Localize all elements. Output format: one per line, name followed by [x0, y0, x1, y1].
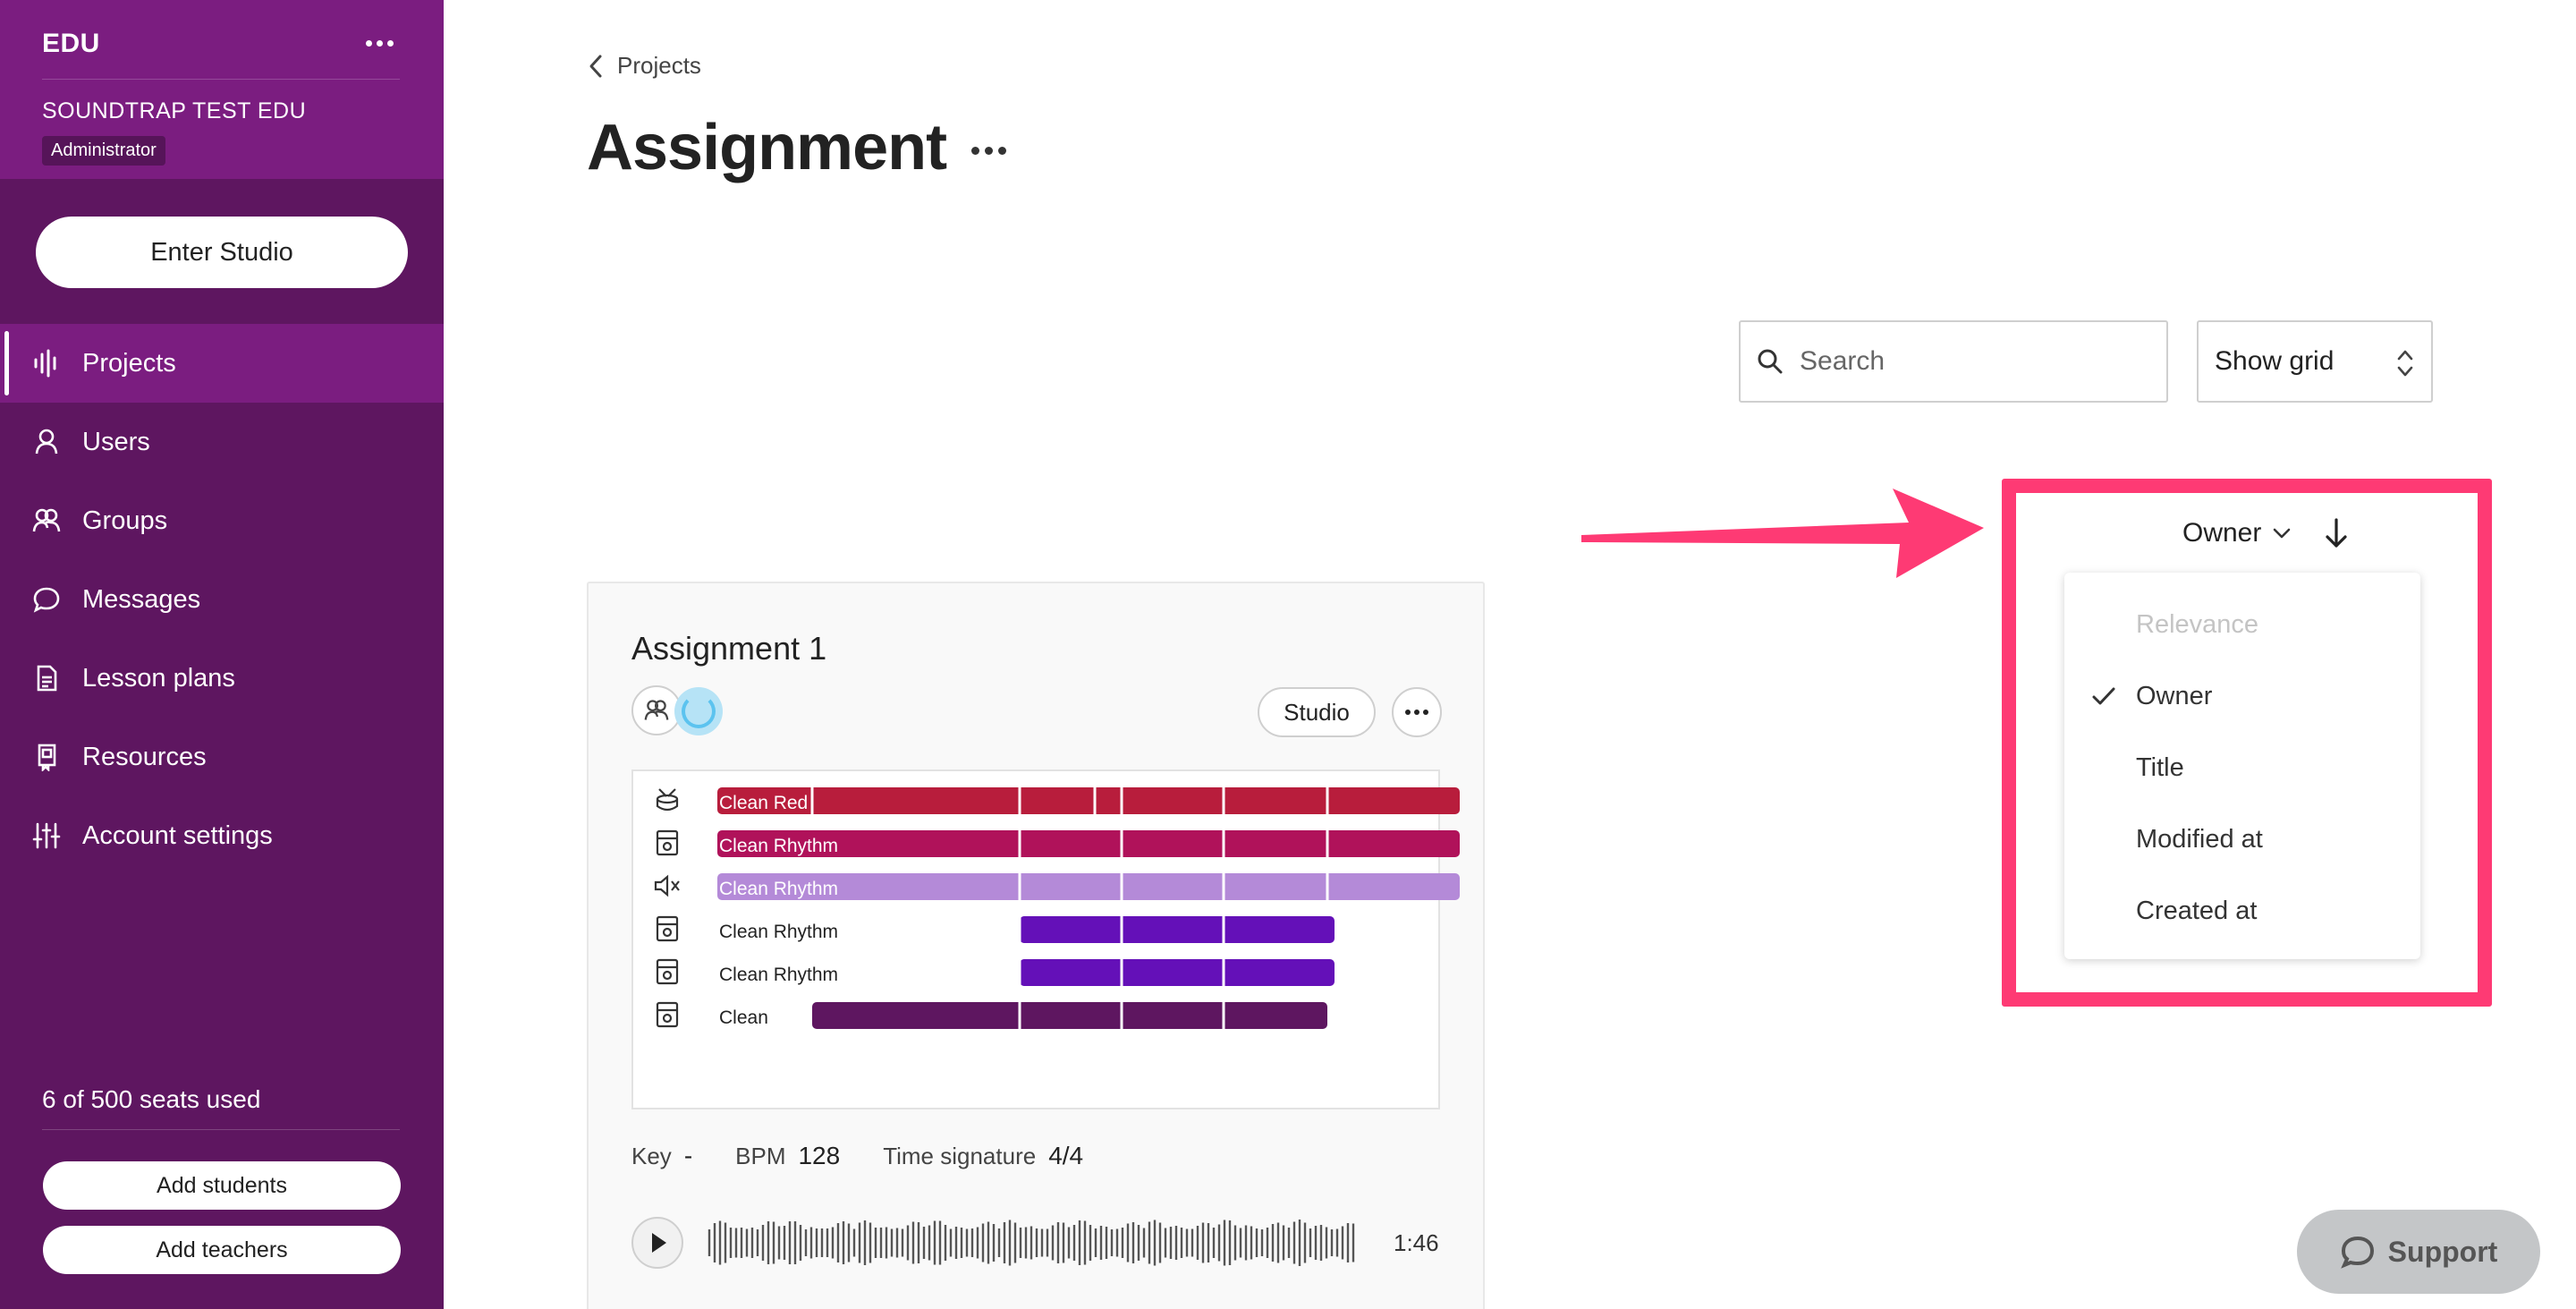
bpm-value: 128 — [798, 1142, 841, 1169]
track-label: Clean Rhythm — [719, 836, 839, 856]
sort-field-value: Owner — [2182, 518, 2262, 548]
sort-direction-arrow-down-icon[interactable] — [2324, 517, 2349, 549]
open-in-studio-button[interactable]: Studio — [1258, 687, 1376, 737]
document-icon — [32, 664, 61, 693]
key-value: - — [683, 1142, 693, 1169]
sort-option-label: Relevance — [2136, 609, 2259, 639]
track-preview: Clean Red Clean Rhythm Clean Rhythm Clea… — [631, 769, 1460, 1109]
view-mode-select[interactable]: Show grid — [2197, 320, 2433, 403]
sort-bar: Owner — [2182, 517, 2349, 549]
key-label: Key — [631, 1143, 672, 1169]
sidebar-item-account-settings[interactable]: Account settings — [0, 796, 444, 875]
sort-dropdown-menu: Relevance Owner Title Modified at Create… — [2064, 573, 2420, 959]
play-button[interactable] — [631, 1217, 683, 1269]
project-title[interactable]: Assignment 1 — [631, 630, 826, 667]
seats-used: 6 of 500 seats used — [42, 1085, 261, 1113]
search-box — [1739, 320, 2168, 403]
user-icon — [32, 428, 61, 456]
support-button[interactable]: Support — [2297, 1210, 2540, 1294]
search-input[interactable] — [1800, 346, 2140, 377]
enter-studio-button[interactable]: Enter Studio — [36, 217, 408, 288]
sort-field-select[interactable]: Owner — [2182, 518, 2292, 548]
school-name: SOUNDTRAP TEST EDU — [42, 98, 307, 123]
sort-option-modified-at[interactable]: Modified at — [2064, 803, 2420, 875]
sidebar-item-label: Groups — [82, 506, 168, 535]
sidebar-item-resources[interactable]: Resources — [0, 718, 444, 796]
play-icon — [652, 1233, 666, 1253]
bpm-label: BPM — [735, 1143, 786, 1169]
role-badge: Administrator — [42, 136, 165, 166]
loading-spinner-icon — [674, 687, 723, 735]
duration: 1:46 — [1394, 1229, 1439, 1256]
sidebar-item-groups[interactable]: Groups — [0, 481, 444, 560]
chat-bubble-icon — [32, 585, 61, 614]
divider — [42, 79, 400, 80]
track-label: Clean Red — [719, 793, 809, 813]
project-card[interactable]: Assignment 1 Studio Clean Red Clean Rhyt… — [587, 582, 1485, 1309]
bookmark-icon — [32, 743, 61, 771]
chevron-down-icon — [2274, 528, 2291, 539]
sidebar-item-messages[interactable]: Messages — [0, 560, 444, 639]
sort-option-relevance: Relevance — [2064, 589, 2420, 660]
chevron-left-icon — [589, 55, 602, 77]
track-label: Clean Rhythm — [719, 879, 839, 899]
sidebar-item-label: Resources — [82, 742, 207, 771]
sidebar-item-projects[interactable]: Projects — [0, 324, 444, 403]
add-teachers-button[interactable]: Add teachers — [43, 1226, 401, 1274]
project-more-icon[interactable] — [1392, 687, 1442, 737]
org-header: EDU SOUNDTRAP TEST EDU Administrator — [0, 0, 444, 179]
view-mode-value: Show grid — [2215, 346, 2334, 376]
sidebar-item-label: Account settings — [82, 820, 273, 850]
search-icon — [1758, 349, 1783, 374]
sidebar-item-label: Lesson plans — [82, 663, 235, 693]
track-label: Clean — [719, 1007, 768, 1028]
select-arrows-icon — [2397, 350, 2413, 377]
title-more-icon[interactable] — [966, 134, 1011, 166]
time-signature-value: 4/4 — [1048, 1142, 1084, 1169]
back-link-label: Projects — [617, 52, 701, 79]
sort-option-label: Owner — [2136, 681, 2213, 710]
support-label: Support — [2387, 1235, 2498, 1268]
track-label: Clean Rhythm — [719, 922, 839, 942]
time-signature-label: Time signature — [883, 1143, 1037, 1169]
sort-option-title[interactable]: Title — [2064, 732, 2420, 803]
org-name: EDU — [42, 29, 100, 58]
sort-option-label: Created at — [2136, 896, 2258, 925]
project-meta: Key - BPM 128 Time signature 4/4 — [631, 1142, 1083, 1170]
sort-option-created-at[interactable]: Created at — [2064, 875, 2420, 947]
waveform-icon — [32, 349, 61, 378]
waveform-display[interactable] — [707, 1213, 1360, 1272]
org-more-icon[interactable] — [361, 25, 397, 61]
checkmark-icon — [2092, 687, 2115, 705]
track-label: Clean Rhythm — [719, 965, 839, 985]
sort-option-label: Title — [2136, 752, 2184, 782]
divider — [42, 1129, 400, 1130]
sidebar-item-label: Messages — [82, 584, 201, 614]
sort-option-owner[interactable]: Owner — [2064, 660, 2420, 732]
chat-bubble-icon — [2340, 1236, 2374, 1269]
sidebar-item-label: Projects — [82, 348, 176, 378]
page-title: Assignment — [587, 112, 947, 183]
back-to-projects-link[interactable]: Projects — [587, 52, 701, 80]
sidebar-item-users[interactable]: Users — [0, 403, 444, 481]
sidebar: EDU SOUNDTRAP TEST EDU Administrator Ent… — [0, 0, 444, 1309]
sidebar-item-label: Users — [82, 427, 150, 456]
add-students-button[interactable]: Add students — [43, 1161, 401, 1210]
sort-option-label: Modified at — [2136, 824, 2263, 854]
group-icon — [32, 506, 61, 535]
sliders-icon — [32, 821, 61, 850]
sidebar-item-lesson-plans[interactable]: Lesson plans — [0, 639, 444, 718]
